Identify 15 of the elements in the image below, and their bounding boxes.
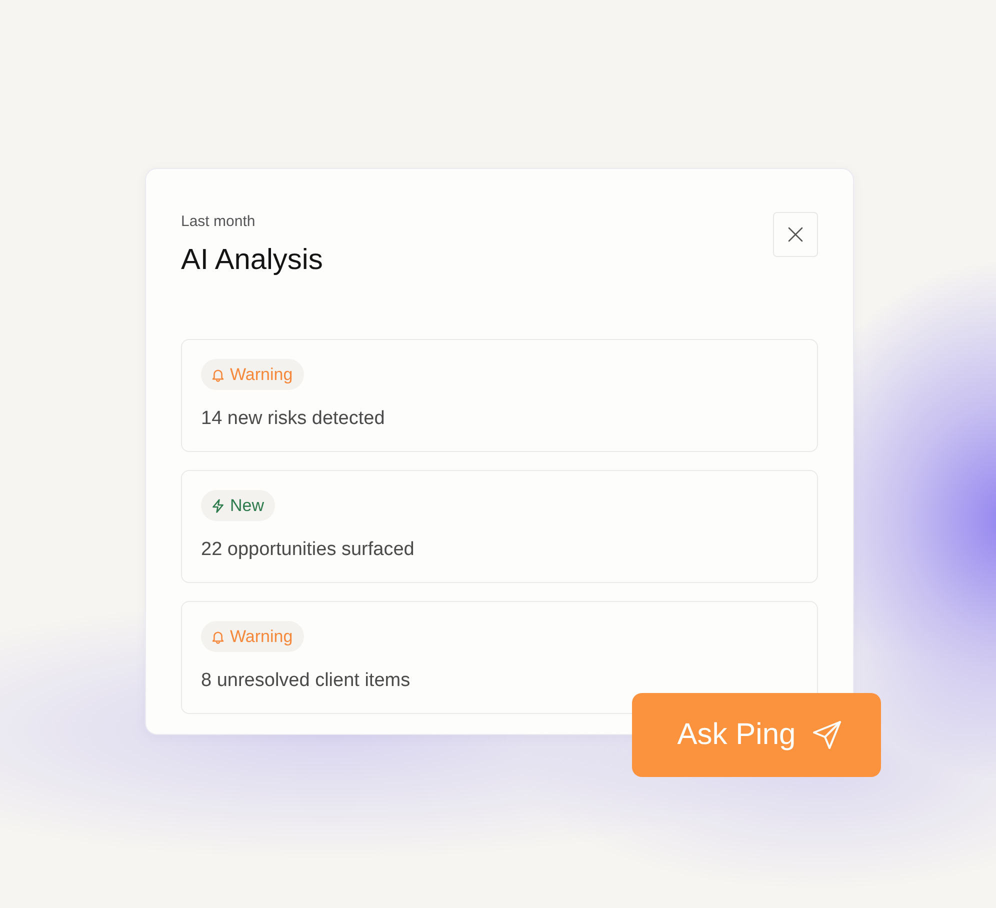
send-icon xyxy=(812,720,842,750)
close-icon xyxy=(788,227,803,242)
badge-label: Warning xyxy=(230,364,293,384)
bell-icon xyxy=(211,368,225,382)
card-title: AI Analysis xyxy=(181,243,323,278)
badge-label: New xyxy=(230,496,264,516)
insight-text: 14 new risks detected xyxy=(201,407,385,431)
card-subtitle: Last month xyxy=(181,212,256,232)
badge-label: Warning xyxy=(230,626,293,646)
ask-ping-button[interactable]: Ask Ping xyxy=(632,693,881,777)
bell-icon xyxy=(211,630,225,644)
lightning-icon xyxy=(211,498,225,512)
close-button[interactable] xyxy=(773,212,818,257)
insight-text: 8 unresolved client items xyxy=(201,669,410,693)
insight-text: 22 opportunities surfaced xyxy=(201,538,414,562)
